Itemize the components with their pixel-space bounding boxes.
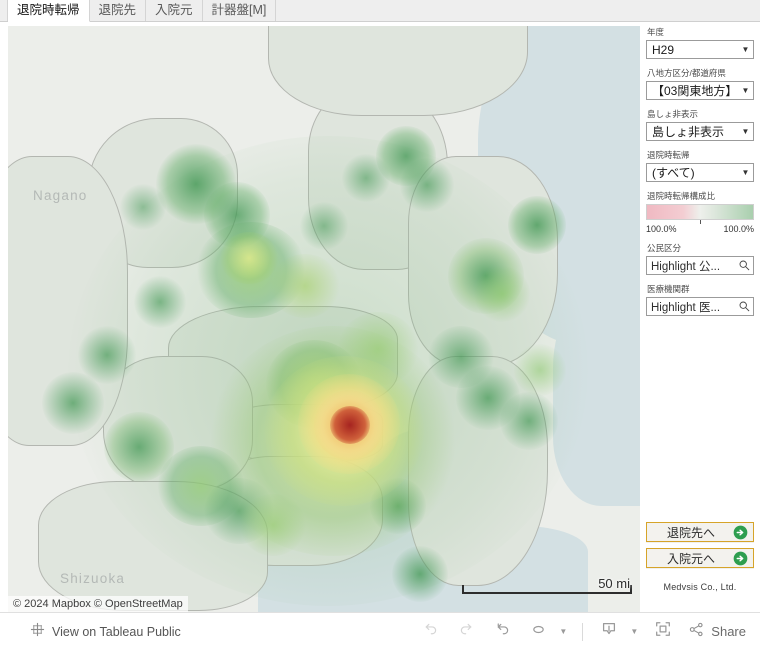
go-to-admission-source-button[interactable]: 入院元へ (646, 548, 754, 568)
highlight-label: 医療機関群 (647, 284, 690, 294)
pause-updates-button[interactable]: ▼ (557, 617, 573, 647)
nav-button-label: 入院元へ (666, 551, 715, 566)
filter-label: 島しょ非表示 (647, 109, 699, 119)
view-on-tableau-public-label: View on Tableau Public (52, 624, 181, 639)
pref-chiba (408, 356, 548, 586)
pref-ibaraki (408, 156, 558, 366)
go-to-discharge-destination-button[interactable]: 退院先へ (646, 522, 754, 542)
tab-admission-source[interactable]: 入院元 (146, 0, 203, 21)
fullscreen-button[interactable] (646, 617, 680, 647)
tableau-logo-icon (30, 622, 45, 642)
tableau-dashboard: 退院時転帰 退院先 入院元 計器盤[M] Nagano Shizuoka 50 … (0, 0, 760, 650)
tab-label: 退院時転帰 (17, 3, 80, 18)
pref-nagano (8, 156, 128, 446)
tab-discharge-outcome[interactable]: 退院時転帰 (8, 0, 90, 22)
legend-ticks (646, 220, 754, 224)
discharge-outcome-dropdown[interactable]: (すべて) ▼ (646, 163, 754, 182)
undo-button[interactable] (413, 617, 447, 647)
navigation-buttons: 退院先へ 入院元へ (646, 522, 754, 574)
hospital-group-highlight-input[interactable]: Highlight 医... (646, 297, 754, 316)
region-prefecture-value: 【03関東地方】 (652, 84, 737, 98)
filter-label: 八地方区分/都道府県 (647, 68, 726, 78)
chevron-down-icon: ▼ (741, 127, 750, 136)
redo-button[interactable] (449, 617, 483, 647)
color-legend: 退院時転帰構成比 100.0% 100.0% (646, 190, 754, 234)
refresh-icon (530, 621, 547, 643)
tab-label: 入院元 (155, 3, 193, 18)
tab-discharge-destination[interactable]: 退院先 (89, 0, 147, 21)
chevron-down-icon: ▼ (559, 627, 568, 636)
filter-fiscal-year: 年度 H29 ▼ (646, 26, 754, 59)
map-attribution-text: © 2024 Mapbox © OpenStreetMap (13, 598, 183, 610)
scale-bar-tick-left (462, 585, 464, 594)
chevron-down-icon: ▼ (741, 45, 750, 54)
map-canvas: Nagano Shizuoka 50 mi © 2024 Mapbox © Op… (8, 26, 640, 612)
chevron-down-icon: ▼ (741, 86, 750, 95)
filter-sidebar: 年度 H29 ▼ 八地方区分/都道府県 【03関東地方】 ▼ 島しょ非表示 島し… (646, 26, 754, 612)
chevron-down-icon: ▼ (630, 627, 639, 636)
highlight-placeholder: Highlight 医... (651, 301, 721, 314)
legend-min-label: 100.0% (646, 224, 677, 234)
arrow-right-circle-icon (727, 551, 753, 566)
redo-icon (458, 621, 475, 643)
tab-label: 計器盤[M] (211, 3, 267, 18)
highlight-placeholder: Highlight 公... (651, 260, 721, 273)
legend-gradient-bar (646, 204, 754, 220)
filter-label: 年度 (647, 27, 665, 37)
nav-button-label: 退院先へ (666, 525, 715, 540)
map-scale-bar: 50 mi (462, 576, 632, 594)
tab-bar: 退院時転帰 退院先 入院元 計器盤[M] (0, 0, 760, 22)
filter-label: 退院時転帰 (647, 150, 690, 160)
tab-label: 退院先 (98, 3, 137, 18)
highlight-public-private-category: 公民区分 Highlight 公... (646, 242, 754, 275)
revert-button[interactable] (485, 617, 519, 647)
map-attribution[interactable]: © 2024 Mapbox © OpenStreetMap (8, 596, 188, 612)
bottom-toolbar: View on Tableau Public ▼ ▼ Share (0, 612, 760, 650)
toolbar-actions: ▼ ▼ Share (413, 617, 760, 647)
filter-region-prefecture: 八地方区分/都道府県 【03関東地方】 ▼ (646, 67, 754, 100)
search-icon[interactable] (735, 301, 753, 312)
tab-dashboard-m[interactable]: 計器盤[M] (202, 0, 277, 21)
map-viewport[interactable]: Nagano Shizuoka 50 mi © 2024 Mapbox © Op… (8, 26, 640, 612)
island-display-dropdown[interactable]: 島しょ非表示 ▼ (646, 122, 754, 141)
highlight-label: 公民区分 (647, 243, 682, 253)
download-menu-caret[interactable]: ▼ (628, 617, 644, 647)
share-icon (688, 621, 705, 643)
search-icon[interactable] (735, 260, 753, 271)
island-display-value: 島しょ非表示 (652, 125, 725, 139)
legend-labels: 100.0% 100.0% (646, 224, 754, 234)
share-label: Share (711, 624, 746, 639)
region-prefecture-dropdown[interactable]: 【03関東地方】 ▼ (646, 81, 754, 100)
toolbar-divider (582, 622, 584, 641)
undo-icon (422, 621, 439, 643)
share-button[interactable]: Share (682, 621, 746, 643)
view-on-tableau-public-button[interactable]: View on Tableau Public (0, 622, 181, 642)
highlight-hospital-group: 医療機関群 Highlight 医... (646, 283, 754, 316)
legend-max-label: 100.0% (723, 224, 754, 234)
fiscal-year-dropdown[interactable]: H29 ▼ (646, 40, 754, 59)
filter-discharge-outcome: 退院時転帰 (すべて) ▼ (646, 149, 754, 182)
filter-island-display: 島しょ非表示 島しょ非表示 ▼ (646, 108, 754, 141)
download-button[interactable] (592, 617, 626, 647)
revert-icon (494, 621, 511, 643)
refresh-button[interactable] (521, 617, 555, 647)
pref-shizuoka (38, 481, 268, 611)
fiscal-year-value: H29 (652, 42, 675, 57)
tab-bar-lead (0, 0, 8, 21)
legend-center-tick (700, 220, 701, 224)
scale-bar-label: 50 mi (598, 576, 630, 591)
fullscreen-icon (654, 620, 672, 643)
tab-bar-filler (276, 0, 760, 21)
discharge-outcome-value: (すべて) (652, 166, 695, 180)
scale-bar-tick-right (630, 585, 632, 594)
public-private-highlight-input[interactable]: Highlight 公... (646, 256, 754, 275)
download-icon (600, 620, 618, 643)
legend-title: 退院時転帰構成比 (647, 191, 716, 201)
arrow-right-circle-icon (727, 525, 753, 540)
chevron-down-icon: ▼ (741, 168, 750, 177)
scale-bar-line (462, 592, 632, 594)
company-brand-label: Medvsis Co., Ltd. (663, 582, 737, 592)
pref-yamanashi (103, 356, 253, 491)
map-sea-east (553, 276, 640, 506)
